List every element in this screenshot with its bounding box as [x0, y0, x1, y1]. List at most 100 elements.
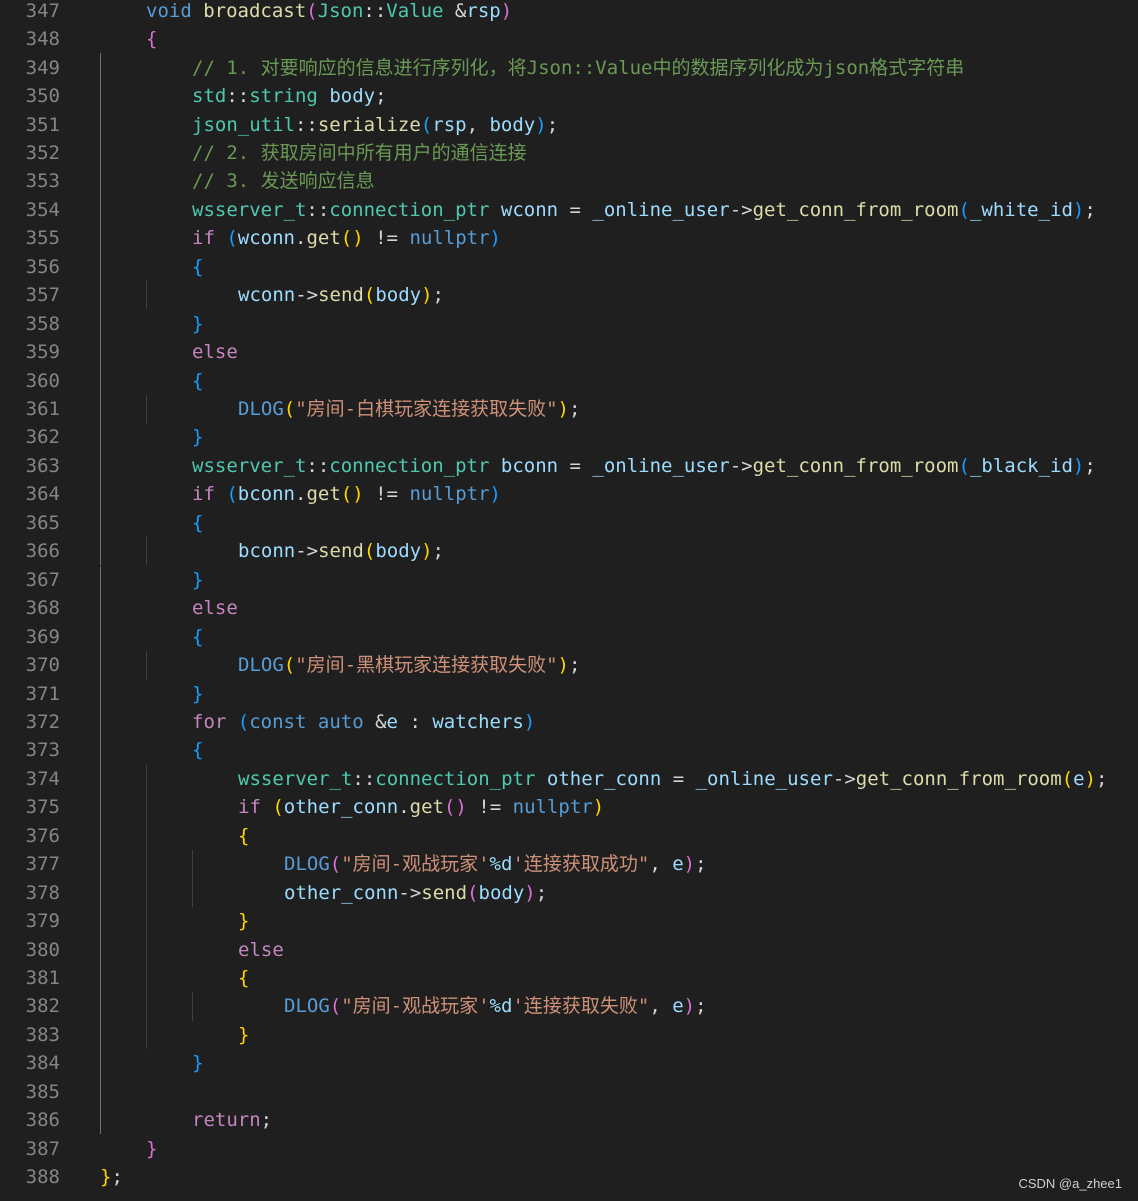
- code-line[interactable]: 366 bconn->send(body);: [0, 537, 1138, 565]
- watermark: CSDN @a_zhee1: [1018, 1176, 1122, 1191]
- code-token: (: [958, 454, 970, 477]
- code-line[interactable]: 373 {: [0, 736, 1138, 764]
- code-token: broadcast: [203, 0, 307, 22]
- code-line[interactable]: 363 wsserver_t::connection_ptr bconn = _o…: [0, 452, 1138, 480]
- code-token: }: [192, 1052, 204, 1075]
- line-number: 387: [25, 1137, 60, 1160]
- code-line[interactable]: 353 // 3. 发送响应信息: [0, 167, 1138, 195]
- line-number: 380: [25, 938, 60, 961]
- code-text: wsserver_t::connection_ptr other_conn = …: [238, 765, 1108, 793]
- code-token: get: [306, 483, 341, 506]
- code-line[interactable]: 355 if (wconn.get() != nullptr): [0, 224, 1138, 252]
- code-line[interactable]: 387}: [0, 1135, 1138, 1163]
- code-line[interactable]: 375 if (other_conn.get() != nullptr): [0, 793, 1138, 821]
- code-token: &: [363, 710, 387, 733]
- code-line[interactable]: 379}: [0, 907, 1138, 935]
- code-editor[interactable]: 347 void broadcast(Json::Value &rsp) 348{3…: [0, 0, 1138, 1201]
- code-token: get_conn_from_room: [752, 454, 959, 477]
- code-token: (: [329, 853, 342, 876]
- code-line[interactable]: 383}: [0, 1021, 1138, 1049]
- code-line[interactable]: 374 wsserver_t::connection_ptr other_conn…: [0, 765, 1138, 793]
- code-token: ,: [466, 113, 490, 136]
- code-token: for: [192, 710, 227, 733]
- code-line[interactable]: 360 {: [0, 366, 1138, 394]
- code-text: {: [192, 623, 203, 651]
- code-line[interactable]: 380 else: [0, 935, 1138, 963]
- code-token: (: [958, 198, 970, 221]
- code-token: DLOG: [284, 995, 330, 1018]
- code-token: }: [238, 1023, 250, 1046]
- code-token: wsserver_t: [238, 767, 353, 790]
- code-line[interactable]: 361 DLOG("房间-白棋玩家连接获取失败");: [0, 395, 1138, 423]
- code-line[interactable]: 369 {: [0, 622, 1138, 650]
- code-token: get: [409, 796, 444, 819]
- code-text: json_util::serialize(rsp, body);: [192, 111, 558, 139]
- code-line[interactable]: 357 wconn->send(body);: [0, 281, 1138, 309]
- code-line[interactable]: 376 {: [0, 822, 1138, 850]
- code-line[interactable]: 350 std::string body;: [0, 82, 1138, 110]
- code-line[interactable]: 351 json_util::serialize(rsp, body);: [0, 110, 1138, 138]
- code-line[interactable]: 386 return;: [0, 1106, 1138, 1134]
- code-token: ->: [295, 284, 319, 307]
- code-line[interactable]: 372 for (const auto &e : watchers): [0, 708, 1138, 736]
- code-text: // 3. 发送响应信息: [192, 167, 375, 195]
- code-token: e: [386, 710, 398, 733]
- code-text: if (wconn.get() != nullptr): [192, 224, 501, 252]
- code-line[interactable]: 349 // 1. 对要响应的信息进行序列化，将Json::Value中的数据序列…: [0, 53, 1138, 81]
- code-line[interactable]: 367}: [0, 566, 1138, 594]
- code-text: wconn->send(body);: [238, 281, 444, 309]
- code-token: {: [192, 255, 204, 278]
- code-line[interactable]: 354 wsserver_t::connection_ptr wconn = _o…: [0, 196, 1138, 224]
- code-token: nullptr: [409, 483, 490, 506]
- line-number: 349: [25, 56, 60, 79]
- code-text: }: [192, 566, 203, 594]
- code-line[interactable]: 356 {: [0, 253, 1138, 281]
- code-line[interactable]: 382 DLOG("房间-观战玩家'%d'连接获取失败", e);: [0, 992, 1138, 1020]
- code-text: {: [192, 253, 203, 281]
- code-line[interactable]: 352 // 2. 获取房间中所有用户的通信连接: [0, 139, 1138, 167]
- code-token: else: [238, 938, 284, 961]
- code-token: (: [306, 0, 318, 22]
- code-line[interactable]: 362}: [0, 423, 1138, 451]
- code-text: other_conn->send(body);: [284, 879, 547, 907]
- code-text: {: [192, 367, 203, 395]
- code-line[interactable]: 348 {: [0, 25, 1138, 53]
- code-token: else: [192, 597, 238, 620]
- code-line[interactable]: 385: [0, 1078, 1138, 1106]
- code-line[interactable]: 365 {: [0, 509, 1138, 537]
- line-number: 388: [25, 1166, 60, 1189]
- code-token: watchers: [432, 710, 524, 733]
- code-token: ): [489, 227, 501, 250]
- code-line[interactable]: 378 other_conn->send(body);: [0, 878, 1138, 906]
- code-token: ): [524, 881, 536, 904]
- code-token: .: [398, 796, 410, 819]
- code-token: body: [375, 540, 422, 563]
- code-line[interactable]: 381 {: [0, 964, 1138, 992]
- code-line[interactable]: 358}: [0, 309, 1138, 337]
- code-token: ::: [352, 767, 376, 790]
- code-line[interactable]: 368 else: [0, 594, 1138, 622]
- line-number: 371: [25, 682, 60, 705]
- line-number: 377: [25, 853, 60, 876]
- code-line[interactable]: 377 DLOG("房间-观战玩家'%d'连接获取成功", e);: [0, 850, 1138, 878]
- code-token: serialize: [317, 113, 421, 136]
- code-text: {: [192, 736, 203, 764]
- line-number: 354: [25, 198, 60, 221]
- code-token: bconn: [238, 540, 296, 563]
- code-line[interactable]: 388};: [0, 1163, 1138, 1191]
- code-line[interactable]: 371}: [0, 679, 1138, 707]
- code-token: ::: [294, 113, 318, 136]
- code-line[interactable]: 384}: [0, 1049, 1138, 1077]
- code-line[interactable]: 364 if (bconn.get() != nullptr): [0, 480, 1138, 508]
- code-text: if (bconn.get() != nullptr): [192, 480, 501, 508]
- code-token: (: [237, 710, 250, 733]
- code-line[interactable]: 359 else: [0, 338, 1138, 366]
- code-token: ::: [306, 454, 330, 477]
- code-line[interactable]: 347 void broadcast(Json::Value &rsp): [0, 0, 1138, 25]
- code-token: ;: [1096, 767, 1108, 790]
- code-line[interactable]: 370 DLOG("房间-黑棋玩家连接获取失败");: [0, 651, 1138, 679]
- code-token: get_conn_from_room: [855, 767, 1062, 790]
- code-token: }: [192, 312, 204, 335]
- code-text: std::string body;: [192, 82, 387, 110]
